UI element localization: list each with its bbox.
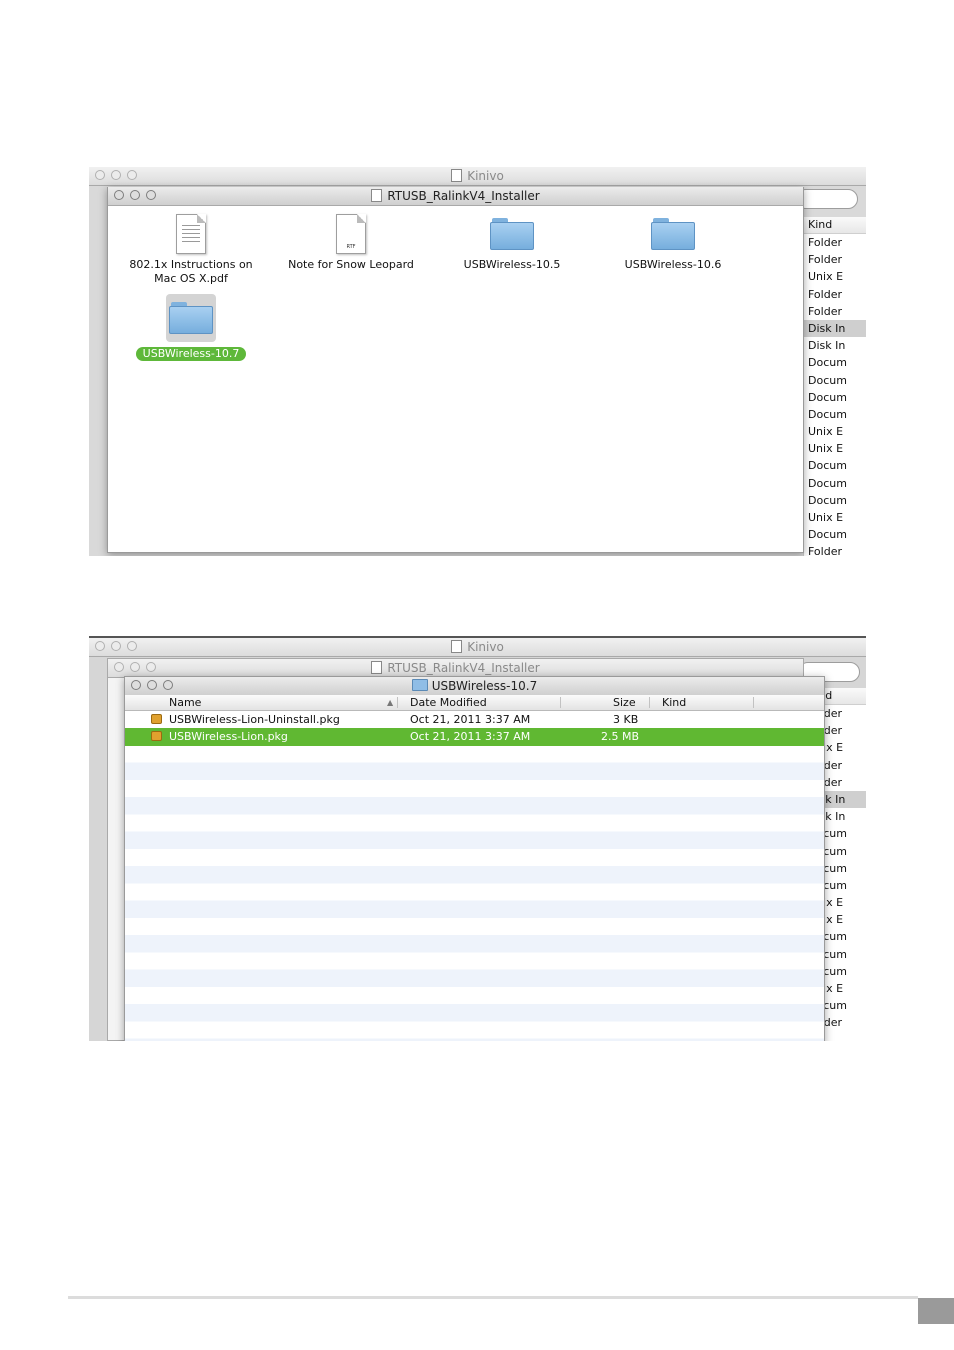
close-button[interactable] [114,190,124,200]
usbwireless-10-7-window[interactable]: USBWireless-10.7 Name ▲ Date Modified Si… [124,676,825,1041]
close-button[interactable] [114,662,124,672]
zoom-button[interactable] [146,190,156,200]
kind-cell: Docum [808,407,847,421]
column-size[interactable]: Size [613,695,636,710]
folder-icon [169,302,213,334]
back-window-title: Kinivo [467,169,504,183]
folder-item-10-7-selected[interactable]: USBWireless-10.7 [126,294,256,361]
front-window-title: USBWireless-10.7 [431,679,538,693]
file-list: USBWireless-Lion-Uninstall.pkg Oct 21, 2… [125,711,824,1041]
close-button[interactable] [95,170,105,180]
window-controls [95,170,137,180]
rtf-badge: RTF [346,244,356,250]
kind-cell: Unix E [808,442,844,456]
kind-cell: Unix E [808,511,844,524]
file-name: USBWireless-Lion.pkg [169,730,288,744]
window-controls [114,662,156,672]
folder-item-10-5[interactable]: USBWireless-10.5 [447,214,577,272]
kind-cell: Disk In [808,339,846,353]
kind-column: Kind FolderFolderUnix EFolderFolderDisk … [803,217,866,556]
close-button[interactable] [95,641,105,651]
column-name[interactable]: Name [169,695,201,710]
column-date-modified[interactable]: Date Modified [410,695,487,710]
minimize-button[interactable] [130,662,140,672]
middle-window-title: RTUSB_RalinkV4_Installer [387,661,540,675]
item-label: Mac OS X.pdf [154,272,228,285]
zoom-button[interactable] [127,170,137,180]
file-name: USBWireless-Lion-Uninstall.pkg [169,713,340,726]
search-field[interactable] [796,189,858,209]
close-button[interactable] [131,680,141,690]
footer-divider [68,1296,918,1299]
kind-cell: Docum [808,528,847,542]
back-window-titlebar[interactable]: Kinivo [89,167,866,186]
file-size: 3 KB [613,713,639,726]
kind-cell: Folder [808,304,842,318]
file-row-lion-pkg-selected[interactable]: USBWireless-Lion.pkg Oct 21, 2011 3:37 A… [125,728,824,746]
back-window-title: Kinivo [467,640,504,654]
item-label: 802.1x Instructions on [129,258,253,271]
kind-cell: Docum [808,459,847,473]
file-row-uninstall-pkg[interactable]: USBWireless-Lion-Uninstall.pkg Oct 21, 2… [125,711,824,728]
screenshot-list-view: Kinivo Kind FolderFolderUnix EFolderFold… [89,636,866,1041]
front-window-title: RTUSB_RalinkV4_Installer [387,189,540,203]
folder-icon [411,679,428,691]
package-icon [151,731,162,742]
kind-cell: Folder [808,253,842,267]
minimize-button[interactable] [111,641,121,651]
package-icon [151,714,162,724]
kind-cell: Unix E [808,270,844,284]
file-item-pdf[interactable]: 802.1x Instructions on Mac OS X.pdf [126,214,256,286]
folder-icon [651,218,695,250]
kind-cell: Disk In [804,319,866,338]
window-controls [131,680,173,690]
file-size: 2.5 MB [601,730,640,744]
kind-cell: Docum [808,493,847,507]
zoom-button[interactable] [146,662,156,672]
file-date: Oct 21, 2011 3:37 AM [410,730,531,744]
folder-icon [490,218,534,250]
pdf-document-icon [176,214,206,254]
document-icon [371,661,383,674]
window-controls [95,641,137,651]
column-kind[interactable]: Kind [662,695,686,710]
file-item-rtf[interactable]: RTF Note for Snow Leopard [286,214,416,272]
document-icon [371,189,383,202]
list-column-header: Name ▲ Date Modified Size Kind [125,695,824,711]
kind-cell: Folder [808,236,842,249]
kind-cell: Docum [808,476,847,490]
screenshot-icon-view: Kinivo Kind Folder Folder Unix E Folder Fold… [89,167,866,556]
minimize-button[interactable] [111,170,121,180]
kind-cell: Docum [808,390,847,404]
page-number-box [918,1298,954,1324]
selection-highlight [166,294,216,342]
item-label: USBWireless-10.6 [624,258,722,271]
kind-cell: Docum [808,373,847,387]
kind-cell: Docum [808,356,847,370]
window-controls [114,190,156,200]
folder-item-10-6[interactable]: USBWireless-10.6 [608,214,738,272]
sort-arrow-icon: ▲ [387,698,394,707]
selected-item-label: USBWireless-10.7 [135,347,247,361]
document-icon [451,640,463,653]
zoom-button[interactable] [127,641,137,651]
kind-cell: Folder [808,545,842,556]
item-label: Note for Snow Leopard [288,258,414,271]
minimize-button[interactable] [147,680,157,690]
kind-cell: Unix E [808,425,844,439]
rtf-document-icon: RTF [336,214,366,254]
front-window-titlebar[interactable]: USBWireless-10.7 [125,677,824,696]
installer-folder-window[interactable]: RTUSB_RalinkV4_Installer 802.1x Instruct… [107,187,804,553]
front-window-titlebar[interactable]: RTUSB_RalinkV4_Installer [108,187,803,206]
kind-column-header[interactable]: Kind [804,217,866,234]
back-window-titlebar[interactable]: Kinivo [89,638,866,657]
zoom-button[interactable] [163,680,173,690]
item-label: USBWireless-10.5 [463,258,561,271]
document-icon [451,169,463,182]
file-date: Oct 21, 2011 3:37 AM [410,713,531,726]
kind-cell: Folder [808,287,842,301]
minimize-button[interactable] [130,190,140,200]
